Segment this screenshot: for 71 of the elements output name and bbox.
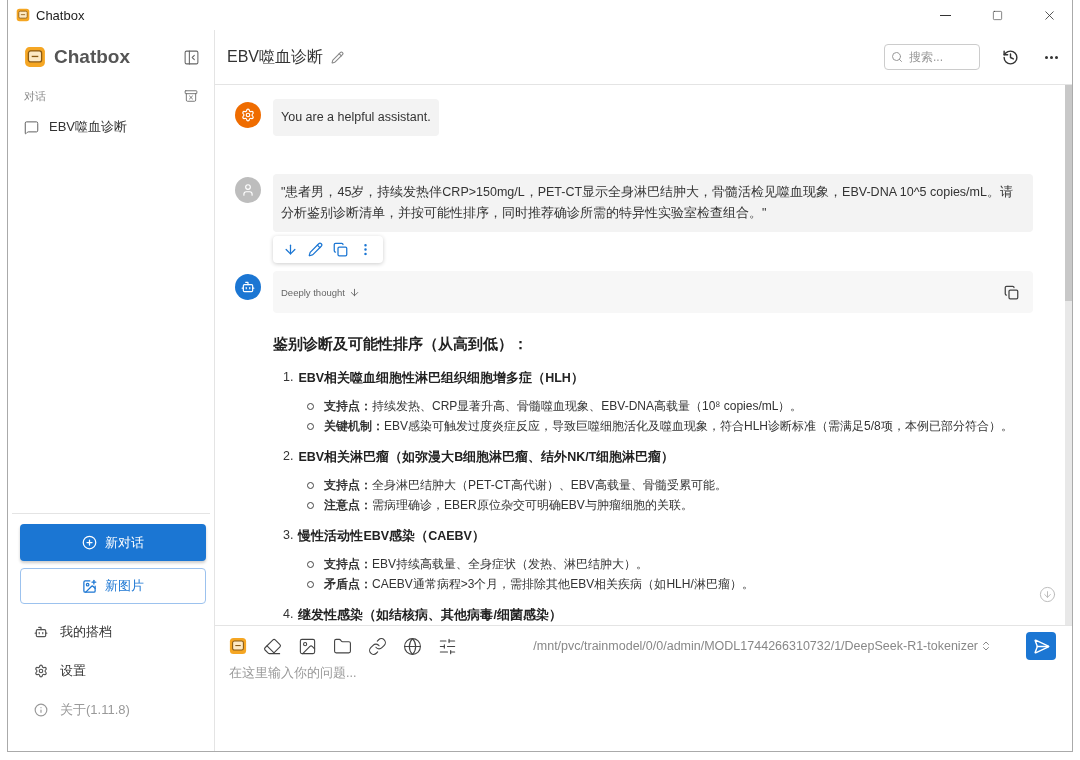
section-label: 对话: [24, 88, 47, 104]
point-text: 支持点：EBV持续高载量、全身症状（发热、淋巴结肿大）。: [324, 556, 648, 573]
copy-icon[interactable]: [333, 242, 348, 257]
model-selector[interactable]: /mnt/pvc/trainmodel/0/0/admin/MODL1744266310732/1/DeepSeek-R1-tokenizer: [533, 639, 992, 653]
window-title: Chatbox: [36, 7, 86, 23]
chat-title: EBV噬血诊断: [227, 46, 323, 67]
history-button[interactable]: [1002, 48, 1019, 66]
arrow-down-icon: [348, 286, 360, 298]
robot-icon: [241, 280, 255, 294]
list-item-title: EBV相关噬血细胞性淋巴组织细胞增多症（HLH）: [298, 370, 584, 387]
edit-icon[interactable]: [308, 242, 323, 257]
minimize-icon: [939, 14, 951, 16]
new-image-button[interactable]: 新图片: [20, 568, 206, 604]
new-chat-button[interactable]: 新对话: [20, 524, 206, 561]
archive-button[interactable]: [184, 89, 198, 103]
point-text: 关键机制：EBV感染可触发过度炎症反应，导致巨噬细胞活化及噬血现象，符合HLH诊断标准（需满足5/8项，本例已部分符合）。: [324, 418, 1013, 435]
chatbox-logo-icon: [24, 46, 46, 68]
globe-icon[interactable]: [403, 636, 422, 656]
system-message: You are a helpful assistant.: [273, 99, 439, 136]
thinking-toggle[interactable]: Deeply thought: [281, 286, 1004, 298]
settings-icon: [34, 663, 48, 678]
user-message: "患者男，45岁，持续发热伴CRP>150mg/L，PET-CT显示全身淋巴结肿大，骨髓活检见噬血现象，EBV-DNA 10^5 copies/mL。请分析鉴别诊断清单，并按可能性排序，同时推荐确诊所需的特异性实验室检查组合。": [273, 174, 1033, 232]
conversation-item[interactable]: EBV噬血诊断: [16, 112, 206, 142]
arrow-down-circle-icon: [1039, 586, 1056, 603]
image-icon[interactable]: [298, 636, 317, 656]
list-item-title: 继发性感染（如结核病、其他病毒/细菌感染）: [298, 607, 562, 624]
list-item-title: EBV相关淋巴瘤（如弥漫大B细胞淋巴瘤、结外NK/T细胞淋巴瘤）: [298, 449, 675, 466]
answer-heading: 鉴别诊断及可能性排序（从高到低）：: [273, 335, 529, 354]
point-text: 注意点：需病理确诊，EBER原位杂交可明确EBV与肿瘤细胞的关联。: [324, 497, 693, 514]
arrow-down-icon[interactable]: [283, 242, 298, 257]
sliders-icon[interactable]: [438, 636, 457, 656]
sidebar-menu-item[interactable]: 设置: [8, 651, 214, 690]
list-item-title: 慢性活动性EBV感染（CAEBV）: [298, 528, 485, 545]
send-button[interactable]: [1026, 632, 1056, 660]
copy-icon[interactable]: [1004, 284, 1019, 300]
search-field[interactable]: 搜索...: [884, 44, 980, 70]
send-icon: [1032, 637, 1050, 655]
point-text: 支持点：持续发热、CRP显著升高、骨髓噬血现象、EBV-DNA高载量（10⁸ copies/mL）。: [324, 398, 803, 415]
folder-icon[interactable]: [333, 636, 352, 656]
search-placeholder: 搜索...: [909, 48, 943, 66]
chat-bubble-icon: [24, 119, 39, 135]
user-avatar-icon: [241, 183, 255, 197]
chatbox-logo-icon: [229, 637, 247, 655]
plus-circle-icon: [82, 535, 97, 550]
gear-icon: [241, 108, 255, 122]
maximize-icon: [991, 9, 1003, 21]
list-number: 2.: [283, 449, 294, 465]
list-number: 3.: [283, 528, 294, 544]
list-number: 1.: [283, 370, 294, 386]
edit-icon[interactable]: [331, 50, 344, 64]
sidebar-menu-item[interactable]: 我的搭档: [8, 612, 214, 651]
more-icon: [1045, 55, 1058, 59]
sidebar-toggle-icon: [183, 48, 200, 66]
search-icon: [891, 51, 903, 63]
info-icon: [34, 702, 48, 717]
eraser-icon[interactable]: [263, 636, 282, 656]
app-name: Chatbox: [54, 46, 131, 68]
archive-icon: [184, 89, 198, 103]
scrollbar[interactable]: [1065, 85, 1072, 625]
point-text: 矛盾点：CAEBV通常病程>3个月，需排除其他EBV相关疾病（如HLH/淋巴瘤）。: [324, 576, 754, 593]
history-icon: [1002, 48, 1019, 66]
link-icon[interactable]: [368, 636, 387, 656]
point-text: 支持点：全身淋巴结肿大（PET-CT高代谢）、EBV高载量、骨髓受累可能。: [324, 477, 727, 494]
conversation-title: EBV噬血诊断: [49, 118, 127, 136]
image-plus-icon: [82, 578, 97, 594]
collapse-sidebar-button[interactable]: [183, 48, 200, 66]
chevrons-icon: [980, 640, 992, 652]
chatbox-logo-icon: [16, 8, 30, 22]
more-button[interactable]: [1045, 55, 1058, 59]
robot-icon: [34, 624, 48, 639]
list-number: 4.: [283, 607, 294, 623]
